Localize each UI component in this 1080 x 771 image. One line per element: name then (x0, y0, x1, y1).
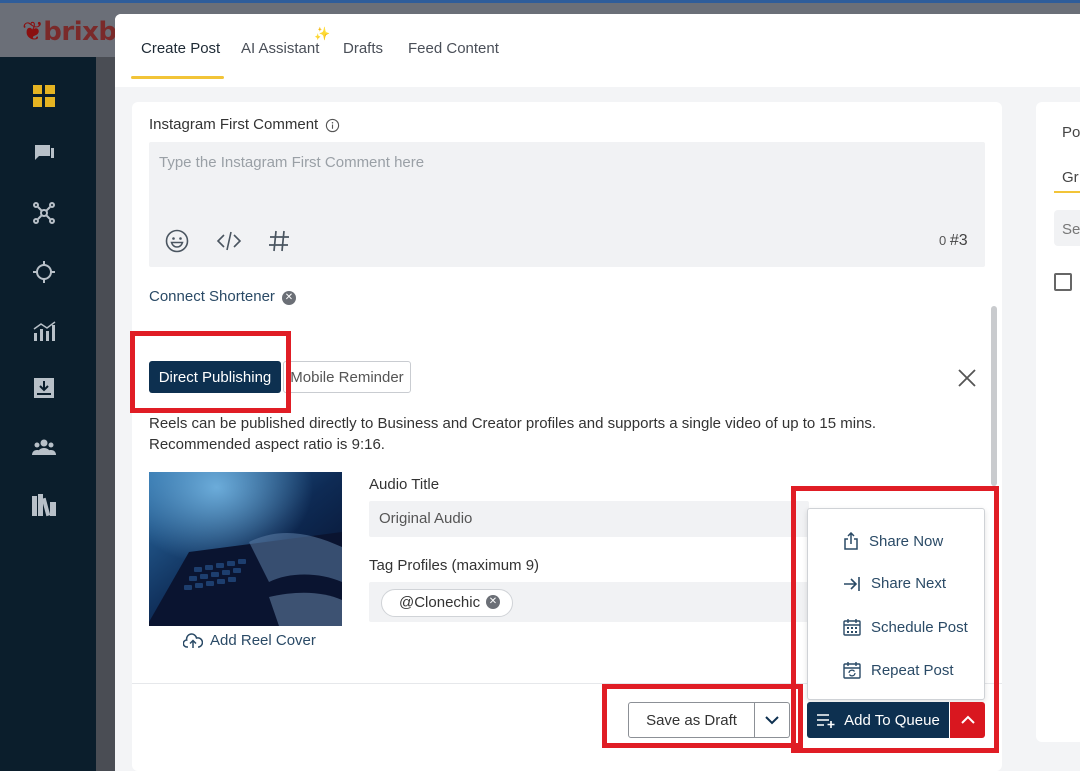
team-icon[interactable] (30, 433, 58, 461)
create-post-modal: Create Post AI Assistant ✨ Drafts Feed C… (115, 14, 1080, 771)
info-icon[interactable] (325, 118, 340, 133)
reels-description: Reels can be published directly to Busin… (149, 415, 877, 453)
tab-ai-assistant[interactable]: AI Assistant (241, 40, 319, 57)
right-panel-checkbox[interactable] (1054, 273, 1072, 291)
active-tab-indicator (131, 76, 224, 79)
highlight-queue-menu (791, 486, 999, 753)
code-icon[interactable] (216, 228, 242, 254)
add-reel-cover-button[interactable]: Add Reel Cover (183, 632, 316, 649)
tab-feed-content[interactable]: Feed Content (408, 40, 499, 57)
cloud-upload-icon (183, 632, 203, 648)
app-sidebar (0, 57, 96, 771)
highlight-direct-publishing (130, 331, 291, 413)
tag-profiles-label: Tag Profiles (maximum 9) (369, 557, 540, 574)
audio-title-value: Original Audio (379, 510, 473, 527)
first-comment-placeholder: Type the Instagram First Comment here (159, 154, 425, 171)
remove-tag-icon[interactable]: ✕ (486, 595, 500, 609)
target-icon[interactable] (30, 258, 58, 286)
dashboard-icon[interactable] (30, 82, 58, 110)
right-panel-heading: Po (1062, 124, 1080, 141)
network-icon[interactable] (30, 199, 58, 227)
emoji-icon[interactable] (164, 228, 190, 254)
inbox-download-icon[interactable] (30, 374, 58, 402)
highlight-save-draft (602, 684, 803, 748)
add-reel-cover-label: Add Reel Cover (210, 632, 316, 649)
tab-create-post[interactable]: Create Post (141, 40, 220, 57)
audio-title-label: Audio Title (369, 476, 440, 493)
right-panel-tab[interactable]: Gr (1062, 169, 1079, 186)
modal-tab-bar: Create Post AI Assistant ✨ Drafts Feed C… (115, 14, 1080, 87)
modal-backdrop (96, 57, 116, 771)
connect-shortener-link[interactable]: Connect Shortener (149, 288, 275, 305)
hashtag-icon[interactable] (266, 228, 292, 254)
mobile-reminder-button[interactable]: Mobile Reminder (283, 361, 411, 393)
reel-thumbnail[interactable] (149, 472, 342, 626)
close-icon[interactable] (957, 368, 977, 388)
remove-shortener-icon[interactable]: ✕ (282, 291, 296, 305)
brand-logo: ❦brixb (22, 17, 117, 47)
library-icon[interactable] (30, 491, 58, 519)
tab-drafts[interactable]: Drafts (343, 40, 383, 57)
right-panel (1036, 102, 1080, 742)
right-panel-search-text: Se (1062, 221, 1080, 238)
analytics-icon[interactable] (30, 317, 58, 345)
first-comment-label: Instagram First Comment (149, 116, 319, 133)
right-panel-tab-indicator (1054, 191, 1080, 193)
comment-counter: 0 #3 (939, 232, 968, 249)
sparkle-icon: ✨ (314, 26, 331, 41)
messages-icon[interactable] (30, 140, 58, 168)
scrollbar[interactable] (991, 306, 997, 486)
